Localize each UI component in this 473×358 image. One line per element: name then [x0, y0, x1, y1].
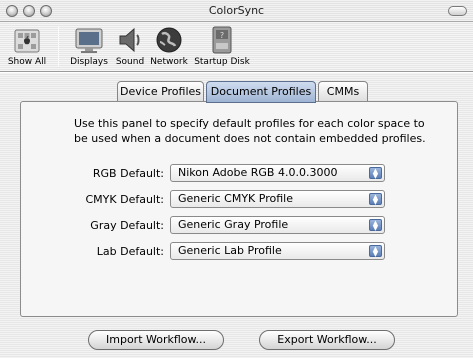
- popup-arrows-icon: ▲ ▼: [369, 193, 382, 206]
- tab-cmms[interactable]: CMMs: [318, 81, 368, 103]
- import-workflow-button[interactable]: Import Workflow...: [88, 330, 224, 350]
- tab-label: Document Profiles: [210, 85, 312, 98]
- cmyk-default-row: CMYK Default: Generic CMYK Profile ▲ ▼: [70, 190, 390, 210]
- toolbar-toggle-button[interactable]: [448, 6, 467, 16]
- rgb-default-value: Nikon Adobe RGB 4.0.0.3000: [178, 166, 338, 179]
- popup-arrows-icon: ▲ ▼: [369, 245, 382, 258]
- rgb-default-popup[interactable]: Nikon Adobe RGB 4.0.0.3000 ▲ ▼: [170, 164, 385, 182]
- panel-description: Use this panel to specify default profil…: [74, 117, 426, 145]
- window-title: ColorSync: [208, 4, 265, 17]
- gray-default-popup[interactable]: Generic Gray Profile ▲ ▼: [170, 216, 385, 234]
- tab-content-panel: Use this panel to specify default profil…: [20, 101, 458, 317]
- toolbar-item-displays[interactable]: Displays: [67, 24, 111, 67]
- cmyk-default-value: Generic CMYK Profile: [178, 192, 293, 205]
- cmyk-default-popup[interactable]: Generic CMYK Profile ▲ ▼: [170, 190, 385, 208]
- colorsync-window: ColorSync Show All Displays Sound Networ…: [0, 0, 473, 358]
- gray-default-value: Generic Gray Profile: [178, 218, 289, 231]
- title-bar[interactable]: ColorSync: [0, 0, 473, 22]
- gray-default-label: Gray Default:: [90, 219, 164, 232]
- tab-document-profiles[interactable]: Document Profiles: [206, 81, 316, 103]
- tab-device-profiles[interactable]: Device Profiles: [117, 81, 204, 103]
- gray-default-row: Gray Default: Generic Gray Profile ▲ ▼: [70, 216, 390, 236]
- apple-grid-icon: [11, 24, 43, 56]
- lab-default-value: Generic Lab Profile: [178, 244, 282, 257]
- toolbar: Show All Displays Sound Network ? Startu…: [0, 22, 473, 72]
- toolbar-item-show-all[interactable]: Show All: [4, 24, 50, 67]
- toolbar-label-displays: Displays: [70, 57, 108, 67]
- toolbar-item-network[interactable]: Network: [148, 24, 190, 67]
- rgb-default-label: RGB Default:: [92, 167, 164, 180]
- toolbar-label-network: Network: [150, 57, 188, 67]
- monitor-icon: [73, 24, 105, 56]
- toolbar-separator: [58, 26, 59, 66]
- rgb-default-row: RGB Default: Nikon Adobe RGB 4.0.0.3000 …: [70, 164, 390, 184]
- toolbar-label-show-all: Show All: [7, 57, 47, 67]
- export-workflow-button[interactable]: Export Workflow...: [259, 330, 395, 350]
- toolbar-label-startup-disk: Startup Disk: [194, 57, 250, 67]
- lab-default-label: Lab Default:: [96, 245, 164, 258]
- popup-arrows-icon: ▲ ▼: [369, 219, 382, 232]
- lab-default-popup[interactable]: Generic Lab Profile ▲ ▼: [170, 242, 385, 260]
- globe-icon: [153, 24, 185, 56]
- toolbar-item-startup-disk[interactable]: ? Startup Disk: [193, 24, 251, 67]
- svg-text:?: ?: [220, 31, 224, 40]
- popup-arrows-icon: ▲ ▼: [369, 167, 382, 180]
- toolbar-label-sound: Sound: [115, 57, 145, 67]
- lab-default-row: Lab Default: Generic Lab Profile ▲ ▼: [70, 242, 390, 262]
- disk-icon: ?: [206, 24, 238, 56]
- cmyk-default-label: CMYK Default:: [85, 193, 165, 206]
- tab-label: Device Profiles: [119, 85, 202, 98]
- speaker-icon: [114, 24, 146, 56]
- toolbar-item-sound[interactable]: Sound: [112, 24, 148, 67]
- tab-label: CMMs: [326, 85, 360, 98]
